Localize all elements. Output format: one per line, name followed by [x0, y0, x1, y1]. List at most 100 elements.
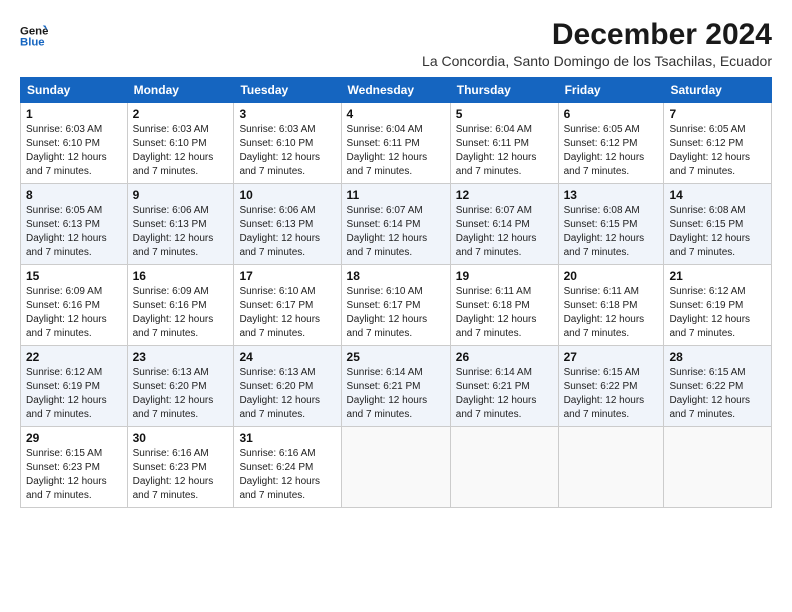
day-number: 19 — [456, 269, 553, 283]
day-info: Sunrise: 6:08 AM Sunset: 6:15 PM Dayligh… — [564, 204, 659, 260]
day-number: 22 — [26, 350, 122, 364]
day-header-sunday: Sunday — [21, 78, 128, 103]
day-number: 16 — [133, 269, 229, 283]
calendar-cell: 24Sunrise: 6:13 AM Sunset: 6:20 PM Dayli… — [234, 346, 341, 427]
day-info: Sunrise: 6:06 AM Sunset: 6:13 PM Dayligh… — [133, 204, 229, 260]
calendar-header-row: SundayMondayTuesdayWednesdayThursdayFrid… — [21, 78, 772, 103]
day-header-thursday: Thursday — [450, 78, 558, 103]
day-number: 30 — [133, 431, 229, 445]
day-info: Sunrise: 6:13 AM Sunset: 6:20 PM Dayligh… — [133, 366, 229, 422]
calendar-cell: 19 Sunrise: 6:11 AM Sunset: 6:18 PM Dayli… — [450, 265, 558, 346]
day-info: Sunrise: 6:05 AM Sunset: 6:12 PM Dayligh… — [669, 123, 766, 179]
day-info: Sunrise: 6:14 AM Sunset: 6:21 PM Dayligh… — [456, 366, 553, 422]
calendar-cell: 30 Sunrise: 6:16 AM Sunset: 6:23 PM Dayli… — [127, 427, 234, 508]
calendar-cell: 31Sunrise: 6:16 AM Sunset: 6:24 PM Dayli… — [234, 427, 341, 508]
day-info: Sunrise: 6:04 AM Sunset: 6:11 PM Dayligh… — [456, 123, 553, 179]
calendar-cell: 14 Sunrise: 6:08 AM Sunset: 6:15 PM Dayli… — [664, 184, 772, 265]
day-info: Sunrise: 6:15 AM Sunset: 6:22 PM Dayligh… — [564, 366, 659, 422]
calendar-cell — [558, 427, 664, 508]
day-info: Sunrise: 6:03 AM Sunset: 6:10 PM Dayligh… — [133, 123, 229, 179]
logo: General Blue — [20, 22, 48, 50]
day-number: 14 — [669, 188, 766, 202]
day-info: Sunrise: 6:06 AM Sunset: 6:13 PM Dayligh… — [239, 204, 335, 260]
day-info: Sunrise: 6:15 AM Sunset: 6:22 PM Dayligh… — [669, 366, 766, 422]
subtitle: La Concordia, Santo Domingo de los Tsach… — [422, 53, 772, 69]
day-number: 10 — [239, 188, 335, 202]
day-number: 24 — [239, 350, 335, 364]
day-info: Sunrise: 6:11 AM Sunset: 6:18 PM Dayligh… — [564, 285, 659, 341]
calendar-cell: 1 Sunrise: 6:03 AM Sunset: 6:10 PM Daylig… — [21, 103, 128, 184]
day-number: 12 — [456, 188, 553, 202]
calendar-cell: 2 Sunrise: 6:03 AM Sunset: 6:10 PM Daylig… — [127, 103, 234, 184]
day-info: Sunrise: 6:16 AM Sunset: 6:24 PM Dayligh… — [239, 447, 335, 503]
day-number: 6 — [564, 107, 659, 121]
day-info: Sunrise: 6:03 AM Sunset: 6:10 PM Dayligh… — [26, 123, 122, 179]
calendar-cell: 15 Sunrise: 6:09 AM Sunset: 6:16 PM Dayli… — [21, 265, 128, 346]
day-info: Sunrise: 6:08 AM Sunset: 6:15 PM Dayligh… — [669, 204, 766, 260]
calendar-cell — [450, 427, 558, 508]
day-header-wednesday: Wednesday — [341, 78, 450, 103]
day-info: Sunrise: 6:12 AM Sunset: 6:19 PM Dayligh… — [26, 366, 122, 422]
day-number: 11 — [347, 188, 445, 202]
day-info: Sunrise: 6:09 AM Sunset: 6:16 PM Dayligh… — [133, 285, 229, 341]
day-info: Sunrise: 6:03 AM Sunset: 6:10 PM Dayligh… — [239, 123, 335, 179]
day-number: 27 — [564, 350, 659, 364]
svg-text:General: General — [20, 25, 48, 37]
day-number: 8 — [26, 188, 122, 202]
day-info: Sunrise: 6:10 AM Sunset: 6:17 PM Dayligh… — [347, 285, 445, 341]
header: General Blue December 2024 La Concordia,… — [20, 18, 772, 69]
calendar-table: SundayMondayTuesdayWednesdayThursdayFrid… — [20, 77, 772, 508]
day-number: 1 — [26, 107, 122, 121]
day-number: 25 — [347, 350, 445, 364]
calendar-cell: 29Sunrise: 6:15 AM Sunset: 6:23 PM Dayli… — [21, 427, 128, 508]
day-number: 20 — [564, 269, 659, 283]
day-info: Sunrise: 6:05 AM Sunset: 6:13 PM Dayligh… — [26, 204, 122, 260]
day-info: Sunrise: 6:07 AM Sunset: 6:14 PM Dayligh… — [347, 204, 445, 260]
calendar-cell: 13Sunrise: 6:08 AM Sunset: 6:15 PM Dayli… — [558, 184, 664, 265]
day-number: 9 — [133, 188, 229, 202]
day-number: 23 — [133, 350, 229, 364]
day-info: Sunrise: 6:16 AM Sunset: 6:23 PM Dayligh… — [133, 447, 229, 503]
day-info: Sunrise: 6:09 AM Sunset: 6:16 PM Dayligh… — [26, 285, 122, 341]
day-number: 15 — [26, 269, 122, 283]
day-info: Sunrise: 6:11 AM Sunset: 6:18 PM Dayligh… — [456, 285, 553, 341]
calendar-cell: 26Sunrise: 6:14 AM Sunset: 6:21 PM Dayli… — [450, 346, 558, 427]
day-info: Sunrise: 6:10 AM Sunset: 6:17 PM Dayligh… — [239, 285, 335, 341]
calendar-cell: 3Sunrise: 6:03 AM Sunset: 6:10 PM Daylig… — [234, 103, 341, 184]
day-header-friday: Friday — [558, 78, 664, 103]
calendar-week-row: 1 Sunrise: 6:03 AM Sunset: 6:10 PM Daylig… — [21, 103, 772, 184]
calendar-cell: 5Sunrise: 6:04 AM Sunset: 6:11 PM Daylig… — [450, 103, 558, 184]
calendar-cell: 16 Sunrise: 6:09 AM Sunset: 6:16 PM Dayli… — [127, 265, 234, 346]
calendar-cell: 20 Sunrise: 6:11 AM Sunset: 6:18 PM Dayli… — [558, 265, 664, 346]
day-number: 2 — [133, 107, 229, 121]
calendar-week-row: 29Sunrise: 6:15 AM Sunset: 6:23 PM Dayli… — [21, 427, 772, 508]
day-info: Sunrise: 6:05 AM Sunset: 6:12 PM Dayligh… — [564, 123, 659, 179]
calendar-cell: 17Sunrise: 6:10 AM Sunset: 6:17 PM Dayli… — [234, 265, 341, 346]
calendar-week-row: 8 Sunrise: 6:05 AM Sunset: 6:13 PM Daylig… — [21, 184, 772, 265]
calendar-cell: 21Sunrise: 6:12 AM Sunset: 6:19 PM Dayli… — [664, 265, 772, 346]
day-info: Sunrise: 6:15 AM Sunset: 6:23 PM Dayligh… — [26, 447, 122, 503]
day-info: Sunrise: 6:04 AM Sunset: 6:11 PM Dayligh… — [347, 123, 445, 179]
calendar-cell: 18 Sunrise: 6:10 AM Sunset: 6:17 PM Dayli… — [341, 265, 450, 346]
calendar-week-row: 22 Sunrise: 6:12 AM Sunset: 6:19 PM Dayli… — [21, 346, 772, 427]
day-number: 4 — [347, 107, 445, 121]
day-info: Sunrise: 6:12 AM Sunset: 6:19 PM Dayligh… — [669, 285, 766, 341]
calendar-cell: 10 Sunrise: 6:06 AM Sunset: 6:13 PM Dayli… — [234, 184, 341, 265]
logo-icon: General Blue — [20, 22, 48, 50]
day-number: 28 — [669, 350, 766, 364]
day-header-tuesday: Tuesday — [234, 78, 341, 103]
calendar-cell: 12 Sunrise: 6:07 AM Sunset: 6:14 PM Dayli… — [450, 184, 558, 265]
calendar-cell: 23 Sunrise: 6:13 AM Sunset: 6:20 PM Dayli… — [127, 346, 234, 427]
calendar-cell: 4 Sunrise: 6:04 AM Sunset: 6:11 PM Daylig… — [341, 103, 450, 184]
day-info: Sunrise: 6:07 AM Sunset: 6:14 PM Dayligh… — [456, 204, 553, 260]
calendar-cell: 9 Sunrise: 6:06 AM Sunset: 6:13 PM Daylig… — [127, 184, 234, 265]
day-number: 18 — [347, 269, 445, 283]
calendar-cell — [341, 427, 450, 508]
calendar-cell: 22 Sunrise: 6:12 AM Sunset: 6:19 PM Dayli… — [21, 346, 128, 427]
day-header-saturday: Saturday — [664, 78, 772, 103]
calendar-cell: 25Sunrise: 6:14 AM Sunset: 6:21 PM Dayli… — [341, 346, 450, 427]
main-title: December 2024 — [422, 18, 772, 51]
calendar-cell: 6 Sunrise: 6:05 AM Sunset: 6:12 PM Daylig… — [558, 103, 664, 184]
calendar-cell: 11 Sunrise: 6:07 AM Sunset: 6:14 PM Dayli… — [341, 184, 450, 265]
calendar-cell: 8 Sunrise: 6:05 AM Sunset: 6:13 PM Daylig… — [21, 184, 128, 265]
